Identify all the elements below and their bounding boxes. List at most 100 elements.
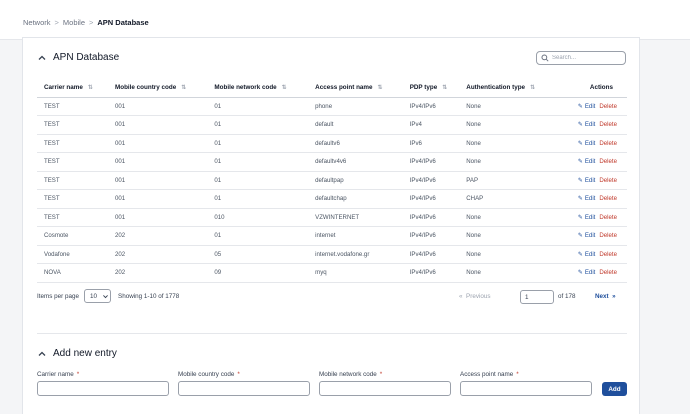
delete-button[interactable]: Delete <box>599 269 617 276</box>
table-cell: defaultv4v6 <box>308 152 403 172</box>
delete-button[interactable]: Delete <box>599 158 617 165</box>
table-cell: 202 <box>107 226 208 246</box>
edit-button[interactable]: ✎ Edit <box>578 214 596 221</box>
pencil-icon: ✎ <box>577 103 583 110</box>
delete-button[interactable]: Delete <box>599 251 617 258</box>
chevron-up-icon[interactable] <box>37 53 47 63</box>
items-per-page-select[interactable]: 10 <box>84 289 111 303</box>
column-header-actions: Actions <box>555 78 627 98</box>
table-row: TEST 001 01 defaultchap IPv4/IPv6 CHAP ✎ Edit De… <box>37 189 627 209</box>
table-cell: 01 <box>207 134 309 153</box>
table-cell: None <box>459 115 556 135</box>
table-cell: 01 <box>207 115 309 135</box>
table-cell: None <box>459 97 556 116</box>
table-cell: None <box>459 134 556 153</box>
add-section-title: Add new entry <box>53 348 117 359</box>
pencil-icon: ✎ <box>577 159 583 166</box>
next-button[interactable]: Next » <box>595 293 616 300</box>
add-button[interactable]: Add <box>602 382 627 396</box>
row-actions: ✎ Edit Delete <box>555 97 627 116</box>
row-actions: ✎ Edit Delete <box>555 152 627 172</box>
table-cell: None <box>459 208 556 227</box>
table-cell: None <box>459 245 556 264</box>
edit-button[interactable]: ✎ Edit <box>578 232 596 239</box>
page-number-input[interactable]: 1 <box>520 290 554 304</box>
previous-button[interactable]: « Previous <box>459 293 491 300</box>
sort-icon: ⇅ <box>530 84 536 91</box>
mcc-input[interactable] <box>178 381 310 396</box>
edit-button[interactable]: ✎ Edit <box>578 103 596 110</box>
edit-button[interactable]: ✎ Edit <box>578 269 596 276</box>
column-header-pdp[interactable]: PDP type ⇅ <box>402 78 460 98</box>
table-cell: TEST <box>37 208 108 227</box>
table-cell: 01 <box>207 189 309 209</box>
breadcrumb-current: APN Database <box>97 18 149 27</box>
search-box[interactable] <box>536 51 626 65</box>
edit-button[interactable]: ✎ Edit <box>578 121 596 128</box>
column-header-mcc[interactable]: Mobile country code ⇅ <box>107 78 208 98</box>
table-cell: IPv4 <box>402 115 460 135</box>
edit-button[interactable]: ✎ Edit <box>578 158 596 165</box>
table-cell: phone <box>308 97 403 116</box>
items-per-page-label: Items per page <box>37 293 80 300</box>
column-header-carrier[interactable]: Carrier name ⇅ <box>37 78 108 98</box>
table-cell: IPv4/IPv6 <box>402 171 460 190</box>
table-cell: IPv4/IPv6 <box>402 189 460 209</box>
edit-button[interactable]: ✎ Edit <box>578 195 596 202</box>
breadcrumb-mobile[interactable]: Mobile <box>63 18 85 27</box>
pencil-icon: ✎ <box>577 177 583 184</box>
table-cell: 01 <box>207 171 309 190</box>
sort-icon: ⇅ <box>377 84 383 91</box>
table-cell: IPv4/IPv6 <box>402 226 460 246</box>
sort-icon: ⇅ <box>442 84 448 91</box>
page-total: of 178 <box>558 293 576 300</box>
chevron-up-icon[interactable] <box>37 349 47 359</box>
table-cell: 010 <box>207 208 309 227</box>
mnc-input[interactable] <box>319 381 451 396</box>
table-cell: defaultv6 <box>308 134 403 153</box>
table-cell: TEST <box>37 171 108 190</box>
table-cell: TEST <box>37 152 108 172</box>
row-actions: ✎ Edit Delete <box>555 263 627 283</box>
breadcrumb-network[interactable]: Network <box>23 18 51 27</box>
delete-button[interactable]: Delete <box>599 232 617 239</box>
table-cell: CHAP <box>459 189 556 209</box>
column-header-apn[interactable]: Access point name ⇅ <box>308 78 403 98</box>
delete-button[interactable]: Delete <box>599 121 617 128</box>
table-cell: TEST <box>37 97 108 116</box>
row-actions: ✎ Edit Delete <box>555 171 627 190</box>
table-row: TEST 001 01 defaultv4v6 IPv4/IPv6 None ✎ Edit De… <box>37 152 627 172</box>
table-cell: 202 <box>107 263 208 283</box>
table-cell: 001 <box>107 171 208 190</box>
carrier-name-label: Carrier name * <box>37 371 80 378</box>
edit-button[interactable]: ✎ Edit <box>578 177 596 184</box>
table-row: NOVA 202 09 myq IPv4/IPv6 None ✎ Edit Delete <box>37 263 627 283</box>
column-header-auth[interactable]: Authentication type ⇅ <box>459 78 556 98</box>
section-divider <box>37 333 627 334</box>
edit-button[interactable]: ✎ Edit <box>578 251 596 258</box>
chevron-down-icon <box>103 294 108 298</box>
carrier-name-input[interactable] <box>37 381 169 396</box>
delete-button[interactable]: Delete <box>599 140 617 147</box>
table-cell: 001 <box>107 134 208 153</box>
apn-section-header[interactable]: APN Database <box>37 52 119 63</box>
edit-button[interactable]: ✎ Edit <box>578 140 596 147</box>
table-cell: Cosmote <box>37 226 108 246</box>
table-cell: 09 <box>207 263 309 283</box>
pencil-icon: ✎ <box>577 214 583 221</box>
double-chevron-left-icon: « <box>459 293 463 300</box>
apn-input[interactable] <box>460 381 592 396</box>
top-bar: Network > Mobile > APN Database <box>0 0 690 40</box>
search-icon <box>541 54 549 62</box>
add-section-header[interactable]: Add new entry <box>37 348 117 359</box>
mnc-label: Mobile network code * <box>319 371 383 378</box>
delete-button[interactable]: Delete <box>599 195 617 202</box>
table-cell: IPv4/IPv6 <box>402 245 460 264</box>
column-header-mnc[interactable]: Mobile network code ⇅ <box>207 78 309 98</box>
delete-button[interactable]: Delete <box>599 177 617 184</box>
search-input[interactable] <box>552 55 622 61</box>
table-header-row: Carrier name ⇅ Mobile country code ⇅ Mobil… <box>37 78 627 98</box>
table-row: TEST 001 01 default IPv4 None ✎ Edit Delete <box>37 115 627 135</box>
delete-button[interactable]: Delete <box>599 103 617 110</box>
delete-button[interactable]: Delete <box>599 214 617 221</box>
